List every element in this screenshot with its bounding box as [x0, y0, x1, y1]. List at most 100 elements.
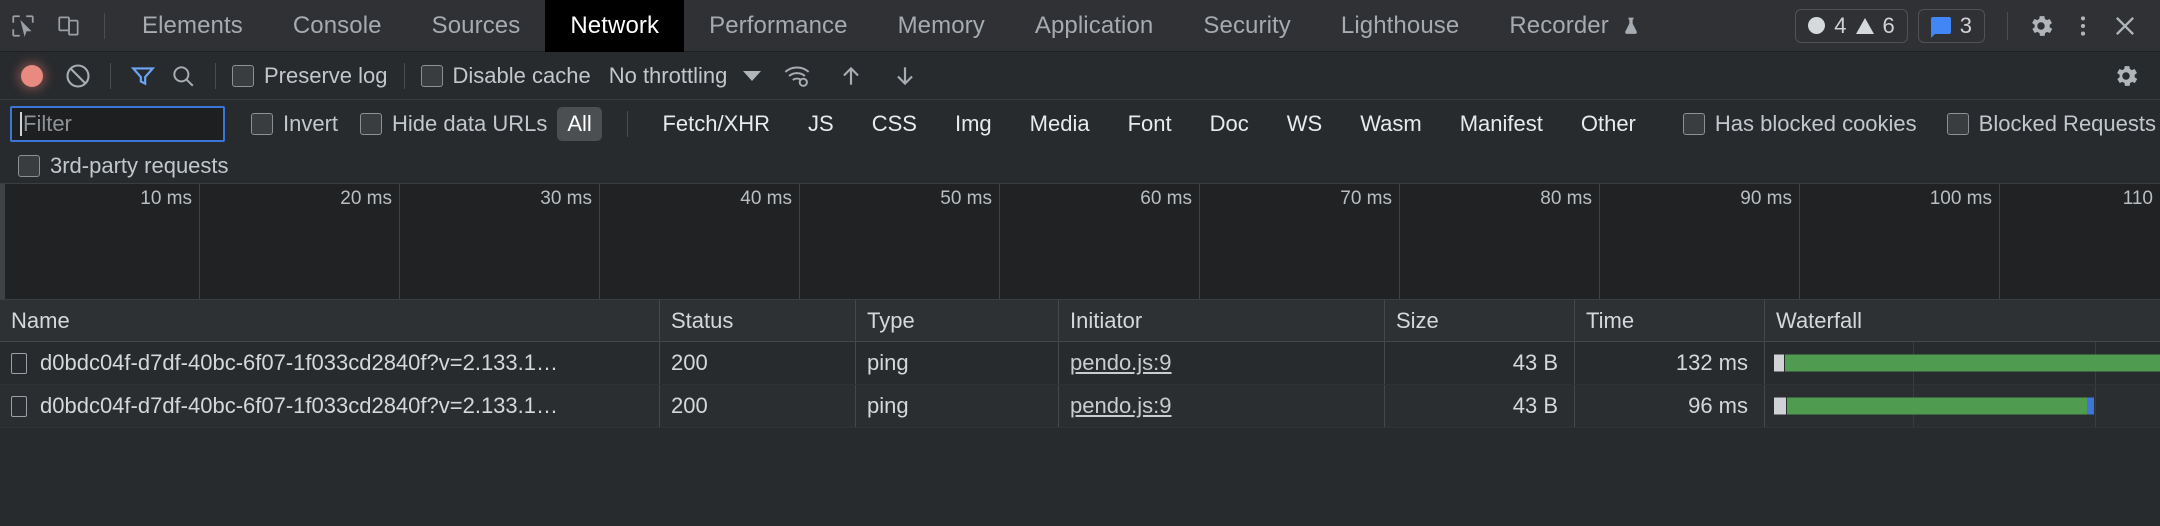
- tab-recorder[interactable]: Recorder: [1484, 0, 1666, 52]
- tab-label: Lighthouse: [1340, 11, 1460, 39]
- request-waterfall: [1765, 385, 2160, 427]
- type-filter-js[interactable]: JS: [798, 107, 844, 141]
- request-type: ping: [856, 385, 1059, 427]
- has-blocked-cookies-checkbox[interactable]: Has blocked cookies: [1682, 111, 1917, 137]
- hide-data-urls-checkbox[interactable]: Hide data URLs: [360, 111, 547, 137]
- invert-checkbox[interactable]: Invert: [251, 111, 338, 137]
- disable-cache-checkbox[interactable]: Disable cache: [420, 63, 591, 89]
- filter-placeholder: Filter: [23, 111, 72, 136]
- request-size: 43 B: [1385, 342, 1575, 384]
- request-name-cell[interactable]: d0bdc04f-d7df-40bc-6f07-1f033cd2840f?v=2…: [0, 385, 660, 427]
- type-filter-wasm[interactable]: Wasm: [1350, 107, 1432, 141]
- type-filter-media[interactable]: Media: [1020, 107, 1100, 141]
- chevron-down-icon: [743, 70, 762, 81]
- request-name: d0bdc04f-d7df-40bc-6f07-1f033cd2840f?v=2…: [40, 350, 558, 375]
- overview-tick-label: 30 ms: [540, 188, 592, 209]
- table-row[interactable]: d0bdc04f-d7df-40bc-6f07-1f033cd2840f?v=2…: [0, 385, 2160, 428]
- type-filter-font[interactable]: Font: [1118, 107, 1182, 141]
- error-count: 4: [1834, 12, 1847, 38]
- device-toolbar-icon[interactable]: [46, 0, 92, 52]
- filter-icon[interactable]: [123, 56, 163, 96]
- toolbar-divider: [104, 12, 105, 39]
- issues-counter[interactable]: 3: [1917, 8, 1985, 43]
- overview-tick: 10 ms: [0, 184, 200, 299]
- network-overview-timeline[interactable]: 10 ms 20 ms 30 ms 40 ms 50 ms 60 ms 70 m…: [0, 184, 2160, 300]
- control-divider-2: [215, 62, 216, 89]
- initiator-link[interactable]: pendo.js:9: [1070, 393, 1172, 419]
- waterfall-download-bar: [1787, 397, 2087, 415]
- tab-label: Memory: [897, 11, 985, 39]
- warning-count: 6: [1882, 12, 1895, 38]
- initiator-link[interactable]: pendo.js:9: [1070, 350, 1172, 376]
- record-button[interactable]: [14, 58, 50, 94]
- hide-data-urls-label: Hide data URLs: [392, 111, 548, 136]
- tab-memory[interactable]: Memory: [873, 0, 1010, 52]
- column-header-time[interactable]: Time: [1575, 300, 1765, 341]
- tab-console[interactable]: Console: [268, 0, 407, 52]
- tab-label: Recorder: [1509, 11, 1609, 39]
- type-filter-fetch-xhr[interactable]: Fetch/XHR: [652, 107, 780, 141]
- third-party-requests-checkbox[interactable]: 3rd-party requests: [18, 153, 229, 179]
- request-status: 200: [660, 385, 856, 427]
- column-header-status[interactable]: Status: [660, 300, 856, 341]
- waterfall-end-marker: [2087, 397, 2094, 415]
- waterfall-track: [1765, 342, 2160, 384]
- third-party-filter-row: 3rd-party requests: [0, 148, 2160, 184]
- network-filter-bar: Filter Invert Hide data URLs All Fetch/X…: [0, 100, 2160, 148]
- type-filter-img[interactable]: Img: [945, 107, 1002, 141]
- tab-security[interactable]: Security: [1178, 0, 1316, 52]
- export-har-icon[interactable]: [885, 56, 925, 96]
- filter-divider: [626, 111, 628, 137]
- checkbox-box: [232, 64, 254, 87]
- type-filter-manifest[interactable]: Manifest: [1450, 107, 1553, 141]
- overview-tick: 40 ms: [600, 184, 800, 299]
- overview-tick-label: 50 ms: [940, 188, 992, 209]
- tab-label: Performance: [709, 11, 848, 39]
- document-icon: [11, 352, 27, 374]
- import-har-icon[interactable]: [831, 56, 871, 96]
- network-settings-gear-icon[interactable]: [2106, 56, 2146, 96]
- column-header-initiator[interactable]: Initiator: [1059, 300, 1385, 341]
- type-filter-all[interactable]: All: [557, 107, 602, 141]
- request-initiator[interactable]: pendo.js:9: [1059, 385, 1385, 427]
- checkbox-box: [1946, 113, 1969, 135]
- column-header-waterfall[interactable]: Waterfall: [1765, 300, 2160, 341]
- clear-icon[interactable]: [58, 56, 98, 96]
- inspect-element-icon[interactable]: [0, 0, 46, 52]
- tab-performance[interactable]: Performance: [684, 0, 873, 52]
- type-filter-css[interactable]: CSS: [862, 107, 927, 141]
- type-filter-doc[interactable]: Doc: [1200, 107, 1259, 141]
- preserve-log-checkbox[interactable]: Preserve log: [232, 63, 388, 89]
- more-options-icon[interactable]: [2062, 0, 2104, 52]
- text-caret: [20, 112, 22, 136]
- type-filter-other[interactable]: Other: [1571, 107, 1646, 141]
- table-row[interactable]: d0bdc04f-d7df-40bc-6f07-1f033cd2840f?v=2…: [0, 342, 2160, 385]
- checkbox-box: [251, 113, 273, 135]
- waterfall-download-bar: [1785, 354, 2160, 372]
- gear-icon[interactable]: [2020, 0, 2062, 52]
- throttling-select[interactable]: No throttling: [609, 63, 762, 89]
- tab-label: Network: [570, 11, 660, 39]
- overview-tick-label: 110: [2122, 188, 2153, 209]
- type-filter-ws[interactable]: WS: [1277, 107, 1332, 141]
- tab-network[interactable]: Network: [545, 0, 685, 52]
- issue-counters[interactable]: 4 6: [1795, 8, 1908, 43]
- column-header-type[interactable]: Type: [856, 300, 1059, 341]
- filter-input[interactable]: Filter: [10, 106, 225, 142]
- column-header-name[interactable]: Name: [0, 300, 660, 341]
- tab-elements[interactable]: Elements: [117, 0, 268, 52]
- checkbox-box: [18, 154, 40, 177]
- request-initiator[interactable]: pendo.js:9: [1059, 342, 1385, 384]
- tab-application[interactable]: Application: [1010, 0, 1179, 52]
- tab-bar-right-controls: 4 6 3: [1795, 0, 2160, 52]
- request-name-cell[interactable]: d0bdc04f-d7df-40bc-6f07-1f033cd2840f?v=2…: [0, 342, 660, 384]
- tab-sources[interactable]: Sources: [407, 0, 546, 52]
- blocked-requests-checkbox[interactable]: Blocked Requests: [1946, 111, 2156, 137]
- error-icon: [1808, 17, 1826, 34]
- network-conditions-icon[interactable]: [777, 56, 817, 96]
- column-header-size[interactable]: Size: [1385, 300, 1575, 341]
- close-icon[interactable]: [2104, 0, 2146, 52]
- tab-label: Application: [1034, 11, 1154, 39]
- search-icon[interactable]: [163, 56, 203, 96]
- tab-lighthouse[interactable]: Lighthouse: [1316, 0, 1484, 52]
